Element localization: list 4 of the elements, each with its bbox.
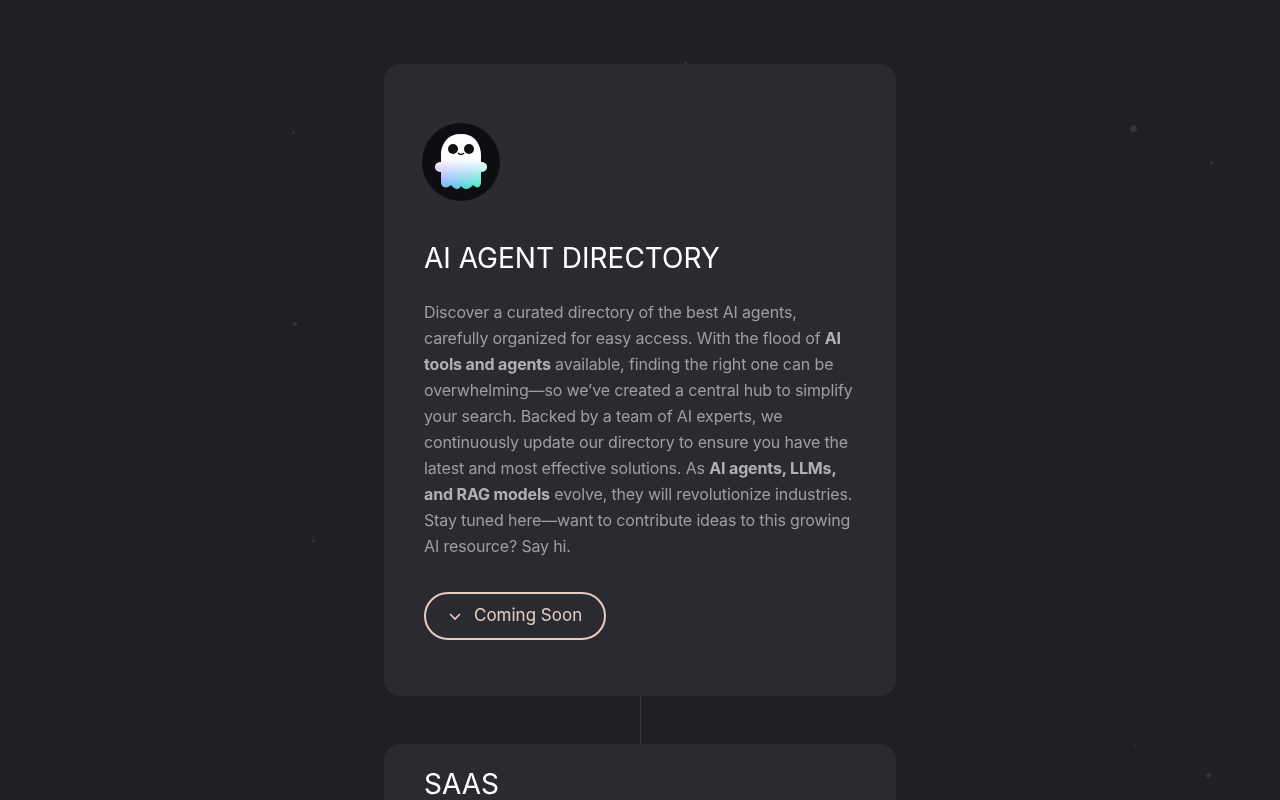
card-title: AI AGENT DIRECTORY	[424, 240, 720, 276]
card-description: Discover a curated directory of the best AI agents, carefully organized for easy access. With the flood of AI tools and agents available, finding the right one can be overwhelming—so we’ve created a central hub to simplify your search. Backed by a team of AI experts, we continuously update our directory to ensure you have the latest and most effective solutions. As AI agents, LLMs, and RAG models evolve, they will revolutionize industries. Stay tuned here—want to contribute ideas to this growing AI resource? Say hi.	[424, 301, 854, 558]
coming-soon-button[interactable]: Coming Soon	[424, 592, 607, 640]
card-title: SAAS	[424, 766, 499, 800]
